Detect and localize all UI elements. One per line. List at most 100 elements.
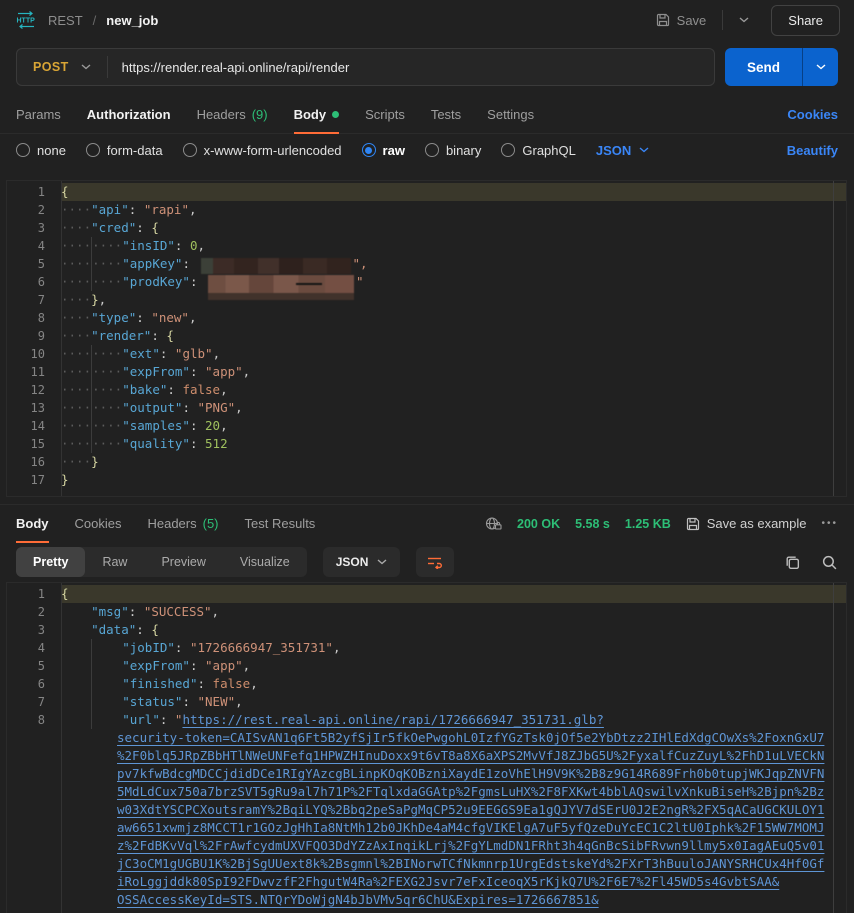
chevron-down-icon bbox=[377, 559, 387, 565]
response-language-label: JSON bbox=[336, 555, 369, 569]
radio-form-data[interactable]: form-data bbox=[86, 143, 163, 158]
copy-response-button[interactable] bbox=[784, 554, 801, 571]
code-line: OSSAccessKeyId=STS.NTQrYDoWjgN4bJbVMv5qr… bbox=[7, 891, 846, 909]
send-button[interactable]: Send bbox=[725, 48, 802, 86]
line-number: 7 bbox=[7, 693, 53, 711]
editor-scrollbar[interactable] bbox=[833, 583, 846, 913]
code-line: 2 "msg": "SUCCESS", bbox=[7, 603, 846, 621]
response-url-link[interactable]: https://rest.real-api.online/rapi/172666… bbox=[182, 712, 603, 727]
wrap-line-icon bbox=[427, 555, 443, 569]
response-body-editor[interactable]: 1{2 "msg": "SUCCESS",3 "data": {4 "jobID… bbox=[6, 582, 847, 913]
wrap-line-button[interactable] bbox=[416, 547, 454, 577]
breadcrumb-request-name[interactable]: new_job bbox=[106, 13, 158, 28]
radio-graphql-label: GraphQL bbox=[522, 143, 575, 158]
code-line: 8 "url": "https://rest.real-api.online/r… bbox=[7, 711, 846, 729]
breadcrumb-collection[interactable]: REST bbox=[48, 13, 83, 28]
radio-raw[interactable]: raw bbox=[362, 143, 405, 158]
code-line: 3 "data": { bbox=[7, 621, 846, 639]
search-response-button[interactable] bbox=[821, 554, 838, 571]
response-url-link[interactable]: aw6651xwmjz8MCCT1r1GOzJgHhIa8NtMh12b0JKh… bbox=[117, 820, 824, 835]
line-number: 2 bbox=[7, 603, 53, 621]
beautify-button[interactable]: Beautify bbox=[787, 143, 838, 158]
line-number: 1 bbox=[7, 585, 53, 603]
save-options-button[interactable] bbox=[731, 11, 757, 29]
response-url-link[interactable]: security-token=CAISvAN1q6Ft5B2yfSjIr5fkO… bbox=[117, 730, 824, 745]
response-url-link[interactable]: iRoLggjddk80SpI92FDwvzfF2FhgutW4Ra%2FEXG… bbox=[117, 874, 779, 889]
breadcrumb-separator: / bbox=[93, 13, 97, 28]
view-raw-button[interactable]: Raw bbox=[85, 547, 144, 577]
request-tabs: Params Authorization Headers (9) Body Sc… bbox=[0, 96, 854, 134]
response-headers-count-badge: (5) bbox=[203, 516, 219, 531]
svg-text:HTTP: HTTP bbox=[17, 18, 36, 25]
send-options-button[interactable] bbox=[802, 48, 838, 86]
line-number: 15 bbox=[7, 435, 53, 453]
code-line: 13········"output": "PNG", bbox=[7, 399, 846, 417]
radio-urlencoded[interactable]: x-www-form-urlencoded bbox=[183, 143, 342, 158]
editor-scrollbar[interactable] bbox=[833, 181, 846, 496]
line-number: 4 bbox=[7, 237, 53, 255]
gutter-separator bbox=[61, 181, 62, 496]
code-line: 4········"insID": 0, bbox=[7, 237, 846, 255]
chevron-down-icon bbox=[816, 64, 826, 70]
tab-authorization[interactable]: Authorization bbox=[87, 96, 171, 133]
code-line: 7 "status": "NEW", bbox=[7, 693, 846, 711]
response-tab-body[interactable]: Body bbox=[16, 505, 49, 542]
response-time[interactable]: 5.58 s bbox=[575, 517, 610, 531]
view-pretty-button[interactable]: Pretty bbox=[16, 547, 85, 577]
response-tab-headers[interactable]: Headers (5) bbox=[147, 505, 218, 542]
tab-scripts[interactable]: Scripts bbox=[365, 96, 405, 133]
line-number: 4 bbox=[7, 639, 53, 657]
topbar-actions: Save Share bbox=[648, 5, 840, 36]
tab-body[interactable]: Body bbox=[294, 96, 340, 133]
response-url-link[interactable]: pv7kfwBdcgMDCCjdidDCe1RIgYAzcgBLinpKOqKO… bbox=[117, 766, 824, 781]
radio-graphql[interactable]: GraphQL bbox=[501, 143, 575, 158]
response-url-link[interactable]: %2F0blq5JRpZBbHTlNWeUNFefq1HPWZHInuDoxx9… bbox=[117, 748, 824, 763]
line-number: 6 bbox=[7, 273, 53, 291]
response-url-link[interactable]: z%2FdBKvVql%2FrAwfcydmUXVFQO3DdYZzAxInqi… bbox=[117, 838, 824, 853]
radio-none[interactable]: none bbox=[16, 143, 66, 158]
response-tab-headers-label: Headers bbox=[147, 516, 196, 531]
body-language-selector[interactable]: JSON bbox=[596, 143, 649, 158]
more-options-button[interactable]: ••• bbox=[821, 518, 838, 529]
response-tab-test-results[interactable]: Test Results bbox=[245, 505, 316, 542]
request-body-editor[interactable]: 1{2····"api": "rapi",3····"cred": {4····… bbox=[6, 180, 847, 497]
response-language-selector[interactable]: JSON bbox=[323, 547, 401, 577]
code-line: 17} bbox=[7, 471, 846, 489]
share-button[interactable]: Share bbox=[771, 5, 840, 36]
send-split-button: Send bbox=[725, 48, 838, 86]
code-line: 14········"samples": 20, bbox=[7, 417, 846, 435]
response-url-link[interactable]: jC3oCM1gUGBU1K%2BjSgUUext8k%2Bsgmnl%2BIN… bbox=[117, 856, 824, 871]
view-visualize-button[interactable]: Visualize bbox=[223, 547, 307, 577]
status-badge[interactable]: 200 OK bbox=[517, 517, 560, 531]
radio-icon bbox=[86, 143, 100, 157]
response-url-link[interactable]: OSSAccessKeyId=STS.NTQrYDoWjgN4bJbVMv5qr… bbox=[117, 892, 599, 907]
body-type-options: none form-data x-www-form-urlencoded raw… bbox=[0, 134, 854, 166]
code-line: 1{ bbox=[7, 183, 846, 201]
line-number: 5 bbox=[7, 657, 53, 675]
code-line: %2F0blq5JRpZBbHTlNWeUNFefq1HPWZHInuDoxx9… bbox=[7, 747, 846, 765]
save-as-example-button[interactable]: Save as example bbox=[686, 516, 807, 531]
response-url-link[interactable]: 5MdLdCux750a7brzSVT5gRu9al7h71P%2FTqlxda… bbox=[117, 784, 824, 799]
save-button[interactable]: Save bbox=[648, 7, 715, 34]
tab-settings[interactable]: Settings bbox=[487, 96, 534, 133]
network-secure-icon[interactable] bbox=[485, 516, 502, 531]
chevron-down-icon bbox=[81, 64, 91, 70]
tab-params[interactable]: Params bbox=[16, 96, 61, 133]
response-toolbar-actions bbox=[784, 554, 838, 571]
url-input[interactable]: https://render.real-api.online/rapi/rend… bbox=[108, 60, 364, 75]
radio-binary[interactable]: binary bbox=[425, 143, 481, 158]
response-url-link[interactable]: w03XdtYSCPCXoutsramY%2BqiLYQ%2Bbq2peSaPg… bbox=[117, 802, 824, 817]
view-preview-button[interactable]: Preview bbox=[144, 547, 222, 577]
response-meta: 200 OK 5.58 s 1.25 KB Save as example ••… bbox=[485, 505, 838, 542]
cookies-link[interactable]: Cookies bbox=[787, 96, 838, 133]
code-line: pv7kfwBdcgMDCCjdidDCe1RIgYAzcgBLinpKOqKO… bbox=[7, 765, 846, 783]
radio-raw-label: raw bbox=[383, 143, 405, 158]
tab-tests[interactable]: Tests bbox=[431, 96, 461, 133]
response-tab-cookies[interactable]: Cookies bbox=[75, 505, 122, 542]
response-size[interactable]: 1.25 KB bbox=[625, 517, 671, 531]
tab-headers[interactable]: Headers (9) bbox=[197, 96, 268, 133]
method-selector[interactable]: POST bbox=[17, 49, 107, 85]
save-icon bbox=[686, 517, 700, 531]
code-line: 1{ bbox=[7, 585, 846, 603]
line-number: 2 bbox=[7, 201, 53, 219]
